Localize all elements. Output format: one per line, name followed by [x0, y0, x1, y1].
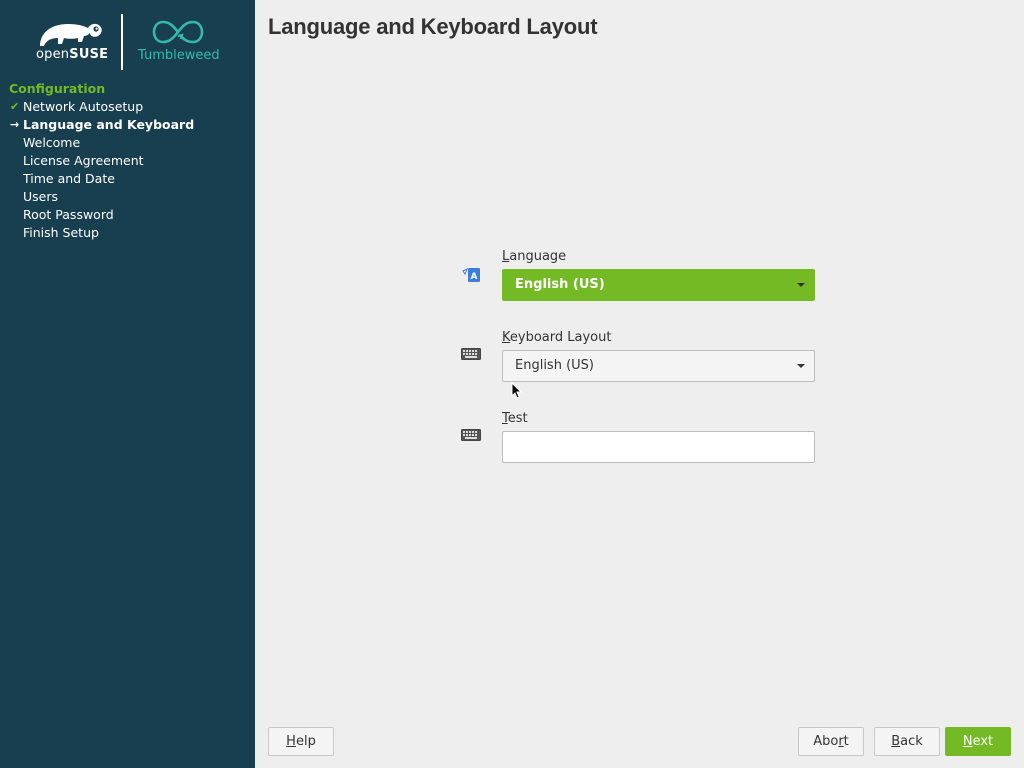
- opensuse-chameleon-icon: [40, 23, 102, 46]
- keyboard-layout-select-value: English (US): [515, 358, 594, 373]
- language-icon: A: [462, 267, 480, 282]
- step-label: Finish Setup: [23, 225, 99, 240]
- step-language-keyboard: → Language and Keyboard: [0, 116, 255, 134]
- opensuse-wordmark: openSUSE: [36, 47, 109, 62]
- arrow-right-icon: →: [10, 118, 20, 131]
- step-network-autosetup: ✔ Network Autosetup: [0, 98, 255, 116]
- sidebar: openSUSE Tumbleweed Configuration ✔ Netw…: [0, 0, 255, 768]
- step-label: License Agreement: [23, 153, 144, 168]
- test-label: Test: [502, 411, 528, 426]
- next-button[interactable]: Next: [945, 727, 1011, 756]
- step-welcome: Welcome: [0, 134, 255, 152]
- help-button[interactable]: Help: [268, 727, 334, 756]
- mouse-cursor-icon: [511, 382, 523, 399]
- step-users: Users: [0, 188, 255, 206]
- step-label: Time and Date: [23, 171, 115, 186]
- keyboard-layout-label: Keyboard Layout: [502, 330, 612, 345]
- step-label: Language and Keyboard: [23, 117, 195, 132]
- step-label: Network Autosetup: [23, 99, 144, 114]
- step-label: Users: [23, 189, 59, 204]
- tumbleweed-wordmark: Tumbleweed: [138, 48, 220, 63]
- page-title: Language and Keyboard Layout: [268, 14, 598, 39]
- chevron-down-icon: [797, 283, 805, 287]
- brand-divider: [121, 14, 123, 70]
- install-steps: Configuration ✔ Network Autosetup → Lang…: [0, 80, 255, 242]
- brand-header: openSUSE Tumbleweed: [0, 0, 255, 80]
- keyboard-icon: [461, 348, 481, 360]
- check-icon: ✔: [10, 100, 20, 113]
- keyboard-icon: [461, 429, 481, 441]
- step-license-agreement: License Agreement: [0, 152, 255, 170]
- svg-text:A: A: [471, 272, 478, 282]
- language-select-value: English (US): [515, 277, 605, 292]
- tumbleweed-infinity-icon: [152, 20, 204, 44]
- language-label: Language: [502, 249, 567, 264]
- back-button[interactable]: Back: [874, 727, 940, 756]
- language-select[interactable]: English (US): [502, 269, 815, 301]
- test-input[interactable]: [502, 431, 815, 463]
- keyboard-layout-select[interactable]: English (US): [502, 350, 815, 382]
- step-label: Welcome: [23, 135, 81, 150]
- chevron-down-icon: [797, 364, 805, 368]
- step-root-password: Root Password: [0, 206, 255, 224]
- step-finish-setup: Finish Setup: [0, 224, 255, 242]
- abort-button[interactable]: Abort: [798, 727, 864, 756]
- step-label: Root Password: [23, 207, 114, 222]
- step-time-date: Time and Date: [0, 170, 255, 188]
- steps-section-title: Configuration: [9, 81, 106, 96]
